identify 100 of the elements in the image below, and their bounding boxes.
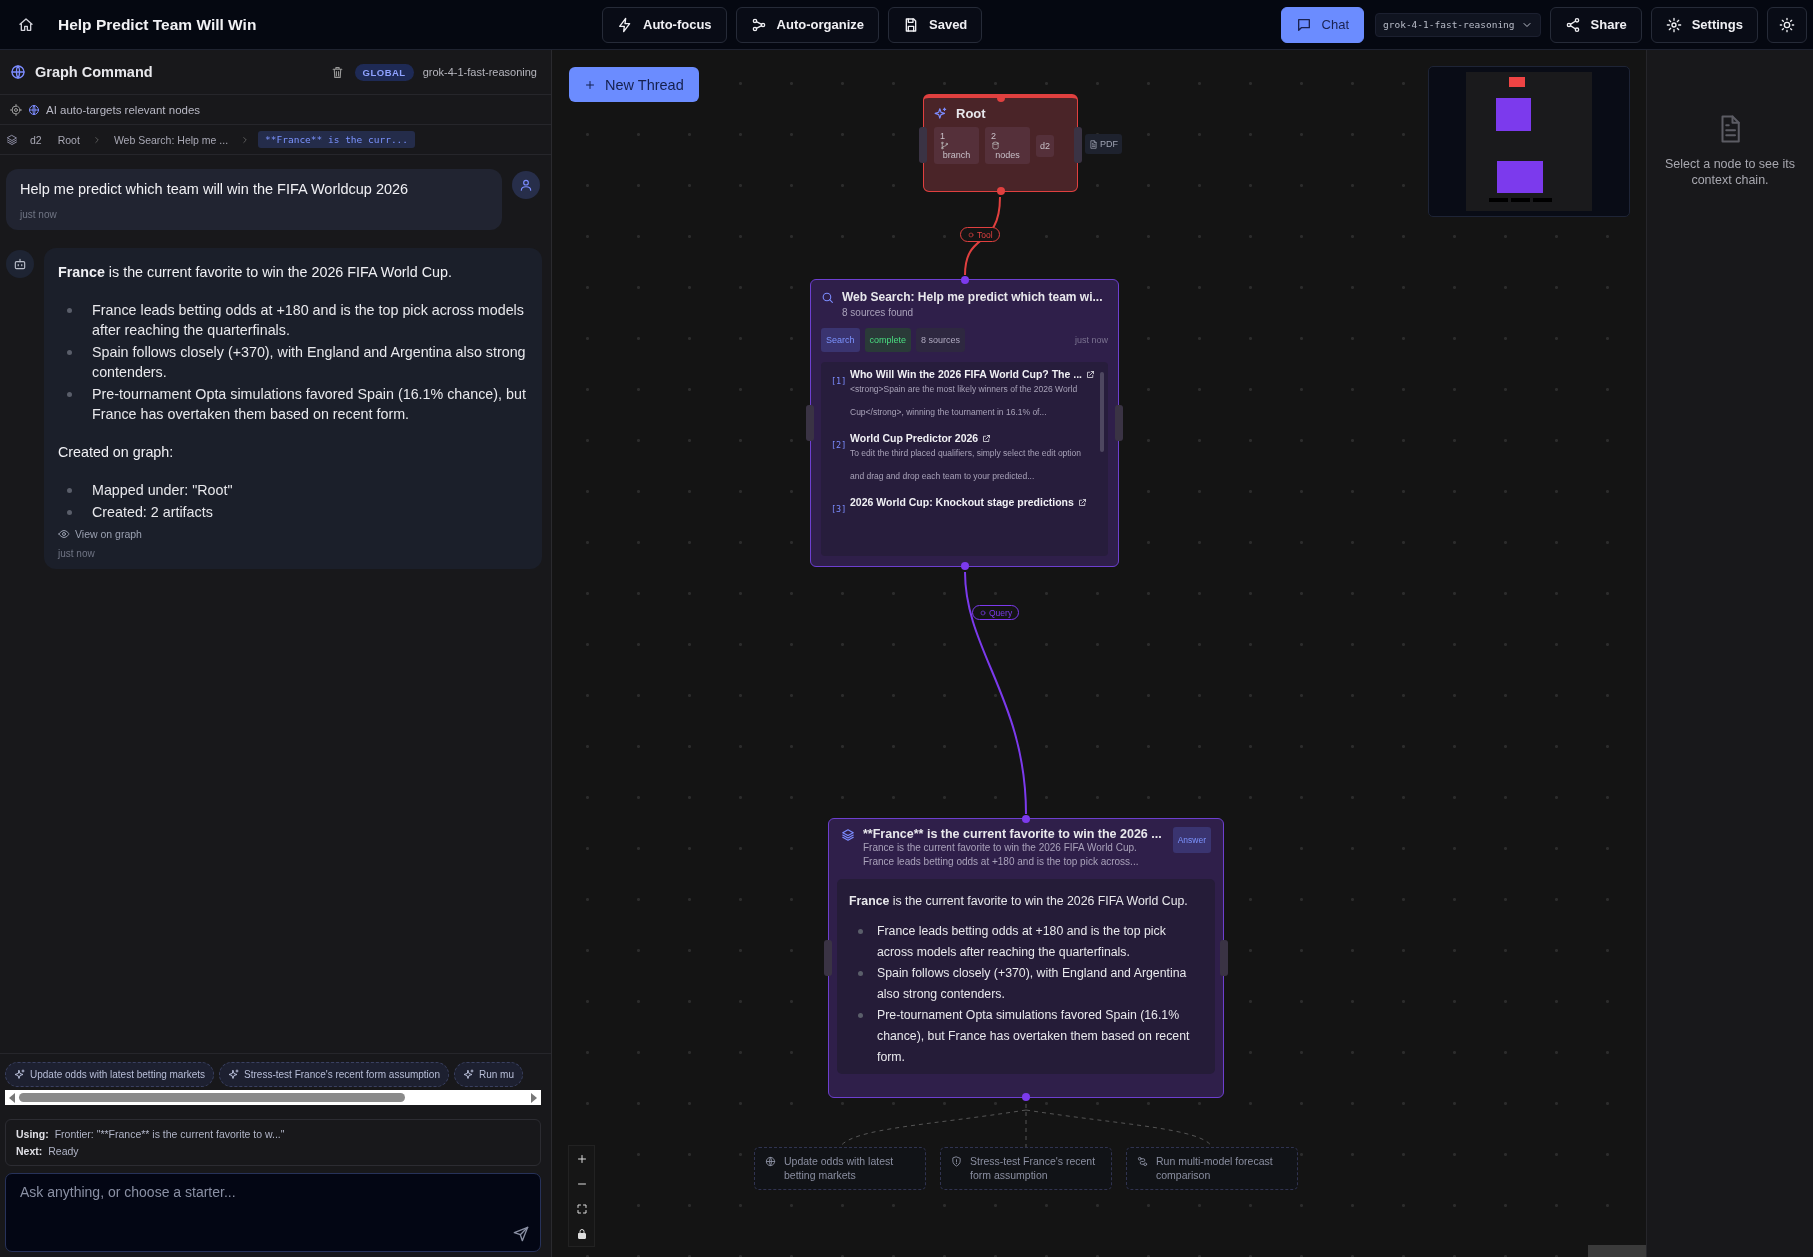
- list-item-text: Created: 2 artifacts: [92, 503, 214, 522]
- node-summary: France is the current favorite to win the 2026 FIFA World Cup.: [863, 841, 1138, 855]
- toolbar-button[interactable]: Auto-focus: [602, 6, 727, 43]
- circle-icon: [979, 608, 987, 617]
- depth-badge: d2: [1036, 134, 1054, 157]
- list-item-text: Pre-tournament Opta simulations favored Spain (16.1% chance), but France has overtaken them based on recent form.: [92, 385, 527, 424]
- resize-handle[interactable]: [919, 126, 927, 163]
- bullet-dot: [67, 510, 72, 515]
- node-summary: France leads betting odds at +180 and is the top pick across...: [863, 855, 1140, 869]
- suggestion-node[interactable]: Run multi-model forecast comparison: [1126, 1147, 1298, 1190]
- suggestion-node[interactable]: Stress-test France's recent form assumption: [940, 1147, 1112, 1190]
- plus-icon: [575, 1152, 588, 1165]
- citation-number: [3]: [831, 504, 845, 514]
- connection-port[interactable]: [960, 562, 969, 570]
- toolbar-button[interactable]: Auto-organize: [735, 6, 879, 43]
- breadcrumb-item[interactable]: Root: [53, 130, 84, 149]
- timestamp: just now: [1074, 335, 1108, 345]
- suggestion-node[interactable]: Update odds with latest betting markets: [754, 1147, 926, 1190]
- message-input[interactable]: Ask anything, or choose a starter...: [5, 1173, 541, 1252]
- message-text: Help me predict which team will win the FIFA Worldcup 2026: [20, 181, 410, 197]
- breadcrumb-item[interactable]: **France** is the curr...: [258, 131, 416, 148]
- route-icon: [1137, 1156, 1148, 1167]
- minimap-node: [1509, 77, 1525, 87]
- globe-icon: [28, 103, 40, 116]
- branch-icon: [940, 141, 949, 150]
- bullet-dot: [67, 350, 72, 355]
- eye-icon: [58, 528, 70, 540]
- result-snippet: <strong>Spain are the most likely winners of the 2026 World Cup</strong>, winning the tournament in 16.1% of...: [850, 383, 1079, 419]
- chat-toggle[interactable]: Chat: [1280, 6, 1364, 43]
- edge-label: Query: [972, 605, 1020, 620]
- connection-port[interactable]: [996, 187, 1005, 195]
- tag: complete: [864, 328, 912, 352]
- panel-title: Graph Command: [35, 64, 153, 80]
- share-button[interactable]: Share: [1549, 6, 1642, 43]
- resize-handle[interactable]: [824, 940, 832, 976]
- timestamp: just now: [20, 209, 58, 220]
- send-button[interactable]: [511, 1224, 531, 1244]
- home-icon: [18, 16, 34, 33]
- result-link[interactable]: 2026 World Cup: Knockout stage predictions: [850, 496, 1087, 508]
- model-name: grok-4-1-fast-reasoning: [422, 66, 537, 78]
- list-item-text: Mapped under: "Root": [92, 481, 234, 500]
- stat-label: branch: [942, 150, 971, 160]
- bullet-dot: [67, 392, 72, 397]
- list-item-text: Pre-tournament Opta simulations favored Spain (16.1% chance), but France has overtaken them based on recent form.: [877, 1007, 1191, 1066]
- result-link[interactable]: World Cup Predictor 2026: [850, 432, 1086, 444]
- person-icon: [519, 178, 533, 192]
- nodes-icon: [750, 16, 767, 33]
- edge-label: Tool: [960, 227, 1000, 242]
- suggestion-text: Run multi-model forecast comparison: [1156, 1154, 1274, 1182]
- minimap-node: [1496, 98, 1531, 131]
- external-link-icon: [1086, 369, 1095, 379]
- result-link[interactable]: Who Will Win the 2026 FIFA World Cup? The ...: [850, 368, 1095, 380]
- settings-button[interactable]: Settings: [1650, 6, 1758, 43]
- theme-toggle[interactable]: [1767, 6, 1807, 43]
- share-icon: [1564, 16, 1581, 33]
- minimap-node: [1497, 161, 1543, 193]
- list-item-text: Spain follows closely (+370), with England and Argentina also strong contenders.: [92, 343, 527, 382]
- node-type-badge: Answer: [1172, 827, 1211, 853]
- connection-port[interactable]: [1022, 1093, 1030, 1101]
- resize-handle[interactable]: [1115, 405, 1123, 441]
- trash-icon: [330, 65, 344, 79]
- robot-icon: [13, 257, 27, 271]
- breadcrumb-item[interactable]: d2: [26, 130, 46, 149]
- suggestion-text: Update odds with latest betting markets: [784, 1154, 895, 1182]
- stat-label: nodes: [995, 150, 1020, 160]
- chat-bubble-icon: [1295, 16, 1312, 33]
- model-dropdown[interactable]: grok-4-1-fast-reasoning: [1375, 12, 1541, 37]
- shield-icon: [951, 1156, 962, 1167]
- file-icon: [1089, 139, 1098, 149]
- resize-handle[interactable]: [1074, 126, 1082, 163]
- breadcrumb-item[interactable]: Web Search: Help me ...: [109, 130, 233, 149]
- connection-port[interactable]: [960, 276, 969, 284]
- sparkle-icon: [14, 1068, 26, 1081]
- export-pdf-button[interactable]: PDF: [1085, 134, 1122, 154]
- node-title: Web Search: Help me predict which team wi...: [842, 290, 1103, 304]
- settings-icon: [1665, 16, 1682, 33]
- minimap[interactable]: [1428, 66, 1630, 217]
- layers-icon: [841, 828, 855, 842]
- view-on-graph-link[interactable]: View on graph: [58, 528, 528, 540]
- result-snippet: To edit the third placed qualifiers, simply select the edit option and drag and drop each team to your predicted...: [850, 447, 1083, 483]
- horizontal-scrollbar[interactable]: [5, 1090, 541, 1105]
- context-label: Next:: [16, 1145, 43, 1157]
- context-value: Frontier: "**France** is the current favorite to w...": [54, 1128, 285, 1140]
- lock-icon: [575, 1227, 588, 1240]
- resize-handle[interactable]: [806, 405, 814, 441]
- starter-chip[interactable]: Run mu: [453, 1062, 523, 1087]
- message-text: Created on graph:: [58, 443, 175, 462]
- toolbar-button[interactable]: Saved: [888, 6, 983, 43]
- bullet-dot: [858, 929, 863, 934]
- globe-icon: [10, 64, 26, 80]
- starter-chip[interactable]: Stress-test France's recent form assumption: [219, 1062, 449, 1087]
- resize-handle[interactable]: [1220, 940, 1228, 976]
- starter-chip[interactable]: Update odds with latest betting markets: [5, 1062, 215, 1087]
- sparkle-icon: [228, 1068, 241, 1081]
- plus-icon: [584, 78, 596, 91]
- new-thread-button[interactable]: New Thread: [569, 67, 699, 102]
- search-icon: [821, 291, 834, 304]
- circle-icon: [967, 230, 975, 239]
- empty-state-text: Select a node to see its context chain.: [1664, 156, 1796, 188]
- connection-port[interactable]: [1022, 815, 1030, 823]
